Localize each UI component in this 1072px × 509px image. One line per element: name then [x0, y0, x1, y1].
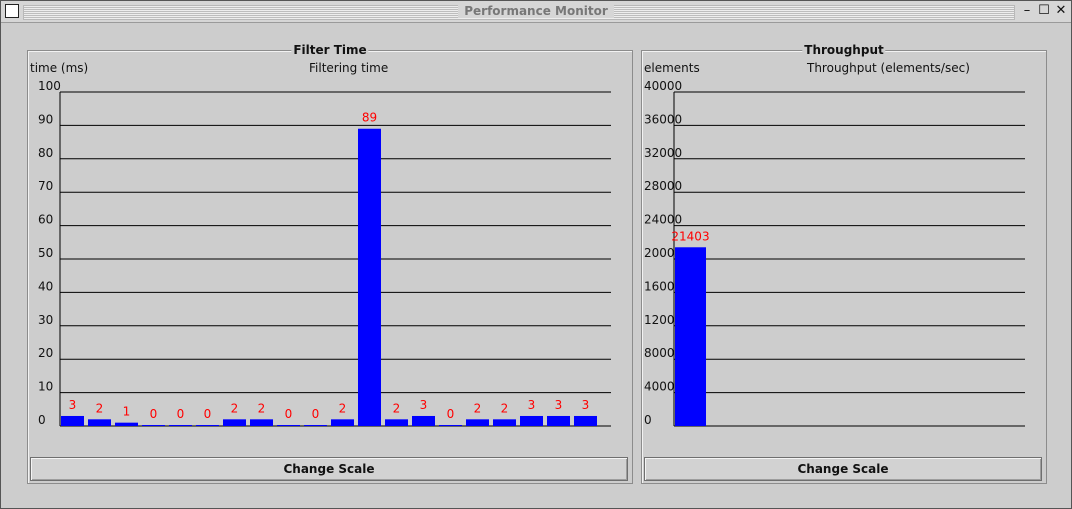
filter-change-scale-button[interactable]: Change Scale [30, 457, 628, 481]
filter-bar [250, 419, 273, 426]
filter-bar [61, 415, 84, 426]
filter-bar [88, 419, 111, 426]
filter-tick-label: 50 [38, 246, 53, 260]
filter-tick-label: 10 [38, 380, 53, 394]
throughput-y-unit: elements [644, 61, 700, 75]
filter-bar [466, 419, 489, 426]
performance-monitor-window: Performance Monitor – ☐ ✕ Filter Time ti… [0, 0, 1072, 509]
filter-tick-label: 40 [38, 279, 53, 293]
filter-value-label: 0 [285, 407, 293, 421]
throughput-tick-label: 40000 [644, 81, 682, 93]
filter-bar [196, 425, 219, 426]
filter-bar [115, 422, 138, 426]
filter-tick-label: 0 [38, 413, 46, 427]
filter-bar [358, 128, 381, 427]
filter-bar [547, 415, 570, 426]
filter-value-label: 0 [312, 407, 320, 421]
throughput-tick-label: 28000 [644, 179, 682, 193]
filter-value-label: 2 [96, 401, 104, 415]
filter-value-label: 0 [177, 407, 185, 421]
throughput-tick-label: 2000 [644, 246, 675, 260]
filter-bar [331, 419, 354, 426]
filter-tick-label: 20 [38, 346, 53, 360]
filter-value-label: 0 [447, 407, 455, 421]
filter-time-y-unit: time (ms) [30, 61, 89, 75]
throughput-bar [675, 247, 706, 426]
throughput-tick-label: 32000 [644, 146, 682, 160]
filter-value-label: 3 [528, 398, 536, 412]
throughput-title: Throughput [802, 43, 886, 57]
filter-tick-label: 30 [38, 313, 53, 327]
filter-bar [439, 425, 462, 426]
filter-tick-label: 60 [38, 213, 53, 227]
filter-tick-label: 90 [38, 112, 53, 126]
filter-bar [169, 425, 192, 426]
filter-bar [385, 419, 408, 426]
filter-value-label: 0 [204, 407, 212, 421]
throughput-subtitle: Throughput (elements/sec) [807, 61, 970, 75]
filter-value-label: 89 [362, 111, 377, 125]
throughput-chart: 0 4000 8000 1200 1600 2000 24000 28000 32000 3600… [644, 81, 1025, 427]
throughput-tick-label: 0 [644, 413, 652, 427]
filter-value-label: 3 [555, 398, 563, 412]
filter-bar [412, 415, 435, 426]
throughput-tick-label: 1200 [644, 313, 675, 327]
throughput-tick-label: 24000 [644, 213, 682, 227]
throughput-tick-label: 1600 [644, 279, 675, 293]
throughput-value-label: 21403 [671, 229, 709, 243]
close-icon[interactable]: ✕ [1053, 3, 1069, 19]
filter-bar [493, 419, 516, 426]
filter-tick-label: 100 [38, 81, 61, 93]
throughput-change-scale-button[interactable]: Change Scale [644, 457, 1042, 481]
filter-bar [304, 425, 327, 426]
maximize-icon[interactable]: ☐ [1036, 3, 1052, 19]
throughput-tick-label: 36000 [644, 112, 682, 126]
title-bar[interactable]: Performance Monitor – ☐ ✕ [1, 1, 1071, 23]
filter-time-chart: 01020304050607080901003 2 1 0 0 0 2 2 0 0 2892 30 2 2… [38, 81, 611, 427]
throughput-tick-label: 8000 [644, 346, 675, 360]
filter-value-label: 2 [501, 401, 509, 415]
filter-time-title: Filter Time [291, 43, 369, 57]
filter-value-label: 3 [582, 398, 590, 412]
filter-value-label: 3 [69, 398, 77, 412]
filter-value-label: 3 [420, 398, 428, 412]
filter-value-label: 2 [231, 401, 239, 415]
filter-value-label: 0 [150, 407, 158, 421]
filter-bar [574, 415, 597, 426]
filter-time-subtitle: Filtering time [309, 61, 389, 75]
filter-value-label: 2 [258, 401, 266, 415]
filter-value-label: 2 [474, 401, 482, 415]
filter-value-label: 2 [339, 401, 347, 415]
filter-bar [520, 415, 543, 426]
filter-value-label: 1 [123, 405, 131, 419]
throughput-tick-label: 4000 [644, 380, 675, 394]
filter-bar [277, 425, 300, 426]
filter-tick-label: 80 [38, 146, 53, 160]
filter-value-label: 2 [393, 401, 401, 415]
filter-bar [223, 419, 246, 426]
filter-bar [142, 425, 165, 426]
filter-tick-label: 70 [38, 179, 53, 193]
minimize-icon[interactable]: – [1019, 3, 1035, 19]
window-title: Performance Monitor [458, 4, 614, 18]
